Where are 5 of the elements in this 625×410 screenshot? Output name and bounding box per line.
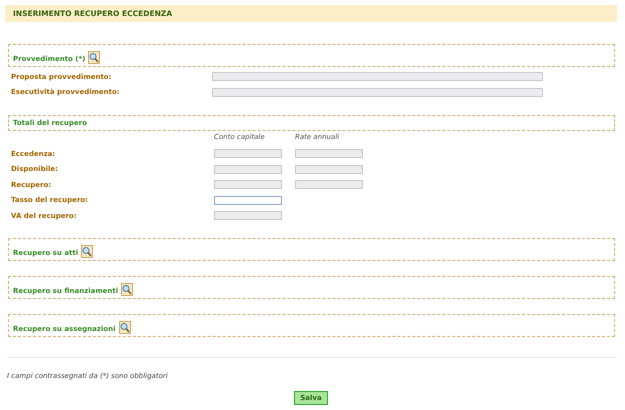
search-icon[interactable] [88,51,100,64]
search-icon[interactable] [121,282,134,296]
search-icon[interactable] [81,244,94,258]
search-icon[interactable] [118,320,131,334]
input-field[interactable] [214,196,282,205]
